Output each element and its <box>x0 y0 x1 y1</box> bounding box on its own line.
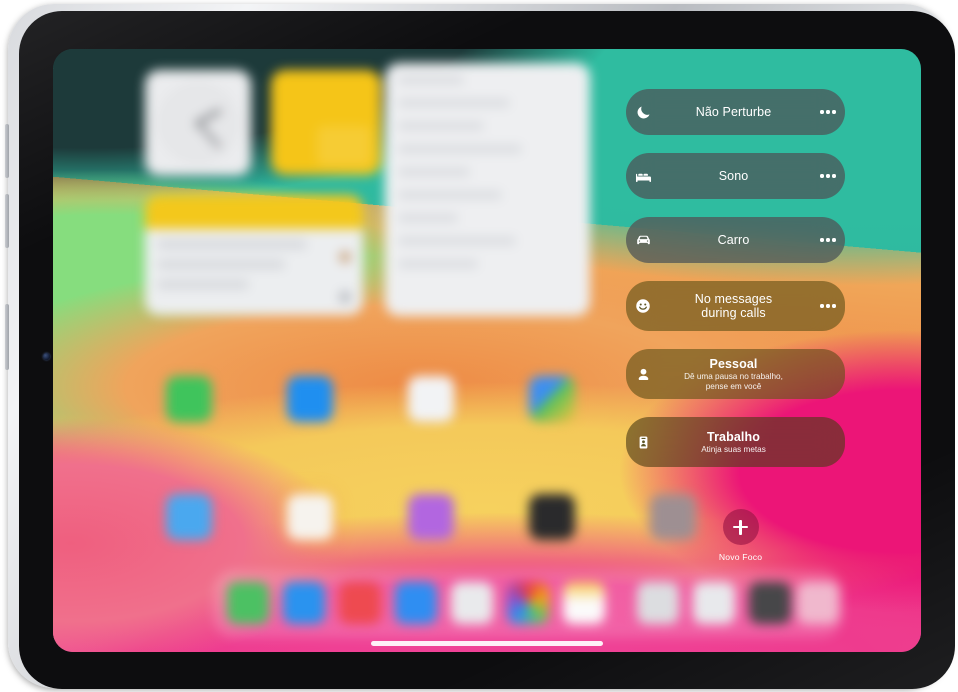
focus-mode-panel[interactable]: Não Perturbe Sono Carro No messages duri… <box>626 89 855 485</box>
home-indicator[interactable] <box>371 641 603 646</box>
focus-card-text: Não Perturbe <box>660 105 811 119</box>
plus-icon <box>733 519 748 535</box>
focus-card-text: Pessoal Dê uma pausa no trabalho, pense … <box>660 357 811 390</box>
focus-card-title: Trabalho <box>707 429 760 444</box>
focus-item-sleep[interactable]: Sono <box>626 153 845 199</box>
dock-icon[interactable] <box>637 582 679 624</box>
list-line <box>398 145 522 153</box>
focus-card-title: Não Perturbe <box>695 105 772 119</box>
ipad-screen[interactable]: Não Perturbe Sono Carro No messages duri… <box>53 49 921 652</box>
focus-item-driving[interactable]: Carro <box>626 217 845 263</box>
focus-card-text: Sono <box>660 169 811 183</box>
new-focus-button[interactable] <box>722 509 759 545</box>
focus-more-button[interactable] <box>811 174 845 178</box>
dock-icon[interactable] <box>563 582 605 624</box>
app-icon[interactable] <box>529 376 575 422</box>
notes-avatar <box>339 291 351 303</box>
new-focus-label: Novo Foco <box>718 552 763 562</box>
focus-item-work[interactable]: Trabalho Atinja suas metas <box>626 417 845 467</box>
moon-icon <box>626 104 660 121</box>
volume-up-button[interactable] <box>5 124 9 178</box>
focus-item-no-messages-during-calls[interactable]: No messages during calls <box>626 281 845 331</box>
focus-card-subtitle: Dê uma pausa no trabalho, pense em você <box>684 372 783 391</box>
focus-card-subtitle: Atinja suas metas <box>701 444 766 454</box>
volume-down-button[interactable] <box>5 194 9 248</box>
focus-card-text: Trabalho Atinja suas metas <box>660 430 811 454</box>
list-line <box>398 76 464 84</box>
dock-icon[interactable] <box>227 582 269 624</box>
front-camera-icon <box>43 353 50 360</box>
app-icon[interactable] <box>287 494 333 540</box>
focus-card-text: No messages during calls <box>660 292 811 320</box>
list-line <box>398 122 484 130</box>
notes-widget-header <box>145 195 363 229</box>
focus-card-title: Carro <box>717 233 750 247</box>
clock-center-dot <box>195 120 202 127</box>
app-icon[interactable] <box>166 494 212 540</box>
focus-card-title: Sono <box>718 169 749 183</box>
ipad-device-frame: Não Perturbe Sono Carro No messages duri… <box>5 4 955 689</box>
app-icon[interactable] <box>408 376 454 422</box>
dock-icon[interactable] <box>693 582 735 624</box>
focus-more-button[interactable] <box>811 110 845 114</box>
notes-line <box>157 280 249 289</box>
list-line <box>398 99 510 107</box>
smiley-icon <box>626 297 660 315</box>
list-line <box>398 237 516 245</box>
list-line <box>398 214 458 222</box>
new-focus-group[interactable]: Novo Foco <box>626 509 855 562</box>
notes-avatar <box>339 251 351 263</box>
badge-icon <box>626 434 660 451</box>
person-icon <box>626 366 660 383</box>
dock[interactable] <box>213 570 843 638</box>
notes-line <box>157 260 285 269</box>
notes-widget[interactable] <box>145 195 363 315</box>
car-icon <box>626 231 660 250</box>
app-icon[interactable] <box>287 376 333 422</box>
clock-widget[interactable] <box>145 70 251 176</box>
list-line <box>398 260 478 268</box>
clock-face-icon <box>159 84 237 162</box>
focus-more-button[interactable] <box>811 238 845 242</box>
yellow-widget[interactable] <box>271 70 381 175</box>
app-icon[interactable] <box>166 376 212 422</box>
dock-icon[interactable] <box>283 582 325 624</box>
dock-icon[interactable] <box>797 582 839 624</box>
focus-more-button[interactable] <box>811 304 845 308</box>
power-button[interactable] <box>5 304 9 370</box>
list-line <box>398 168 470 176</box>
app-icon[interactable] <box>529 494 575 540</box>
list-widget[interactable] <box>385 63 590 316</box>
dock-icon[interactable] <box>749 582 791 624</box>
dock-icon[interactable] <box>451 582 493 624</box>
focus-card-text: Carro <box>660 233 811 247</box>
notes-line <box>157 240 307 249</box>
dock-icon[interactable] <box>339 582 381 624</box>
dock-icon[interactable] <box>395 582 437 624</box>
focus-card-title: Pessoal <box>709 357 758 372</box>
focus-item-do-not-disturb[interactable]: Não Perturbe <box>626 89 845 135</box>
dock-icon[interactable] <box>507 582 549 624</box>
bed-icon <box>626 167 660 186</box>
app-icon[interactable] <box>408 494 454 540</box>
focus-item-personal[interactable]: Pessoal Dê uma pausa no trabalho, pense … <box>626 349 845 399</box>
focus-card-title: No messages during calls <box>694 292 773 320</box>
list-line <box>398 191 502 199</box>
